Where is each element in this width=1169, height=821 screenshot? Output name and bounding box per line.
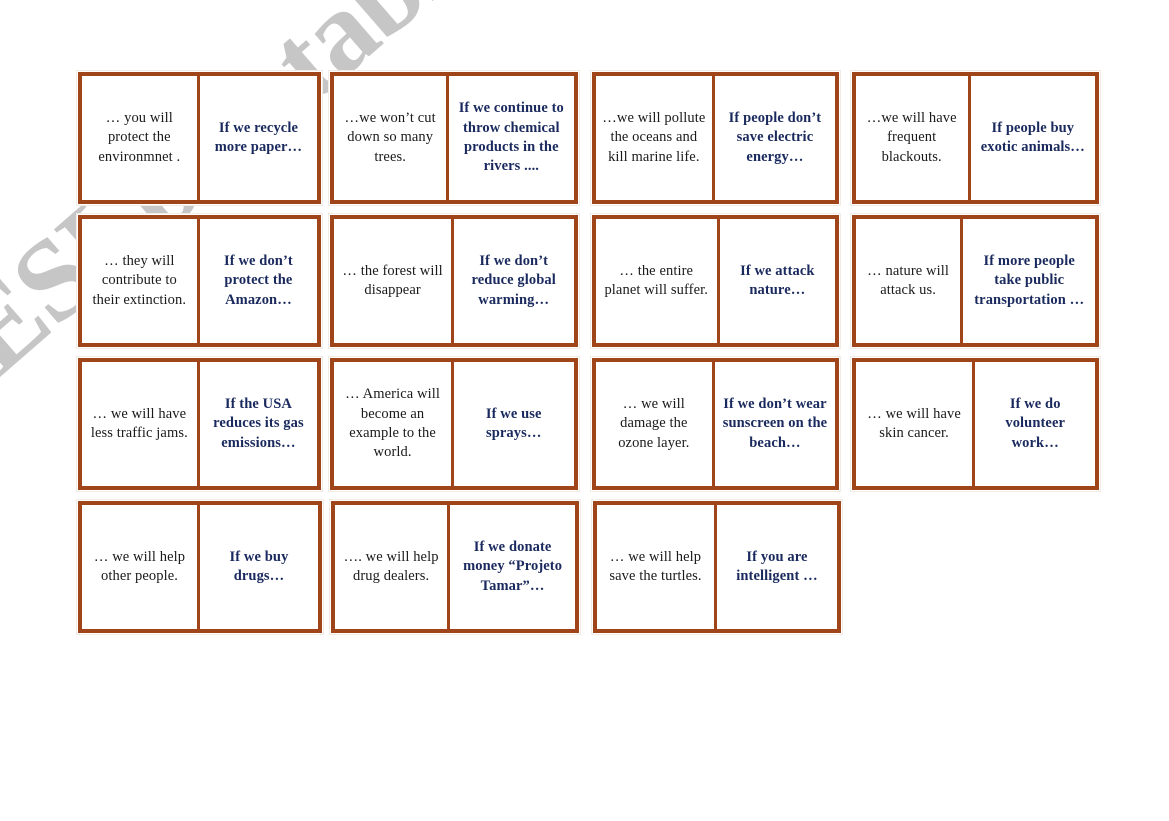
domino-half-answer[interactable]: … we will help other people. [82,505,200,629]
prompt-text: If we don’t reduce global warming… [471,253,556,308]
domino-half-prompt[interactable]: If we don’t reduce global warming… [453,219,574,343]
prompt-text: If we don’t protect the Amazon… [224,253,293,308]
domino-half-prompt[interactable]: If we use sprays… [453,362,574,486]
answer-text: …. we will help drug dealers. [343,548,439,584]
domino-half-answer[interactable]: … we will have less traffic jams. [82,362,200,486]
domino-half-prompt[interactable]: If more people take public transportatio… [963,219,1095,343]
prompt-text: If we donate money “Projeto Tamar”… [463,539,563,594]
answer-text: … the forest will disappear [342,262,443,298]
prompt-text: If we continue to throw chemical product… [458,100,564,175]
domino-card[interactable]: … we will have skin cancer. If we do vol… [849,356,1102,492]
prompt-text: If people don’t save electric energy… [728,110,822,165]
prompt-text: If more people take public transportatio… [974,253,1085,308]
domino-half-prompt[interactable]: If we don’t protect the Amazon… [199,219,318,343]
prompt-text: If we recycle more paper… [214,119,303,155]
prompt-text: If we don’t wear sunscreen on the beach… [722,396,828,451]
prompt-text: If the USA reduces its gas emissions… [213,396,304,451]
domino-half-answer[interactable]: … they will contribute to their extincti… [82,219,200,343]
prompt-text: If we buy drugs… [229,548,289,584]
domino-half-prompt[interactable]: If we don’t wear sunscreen on the beach… [715,362,835,486]
domino-half-answer[interactable]: …we will have frequent blackouts. [855,76,971,200]
domino-half-prompt[interactable]: If we do volunteer work… [975,362,1096,486]
domino-card[interactable]: … we will damage the ozone layer. If we … [589,356,841,492]
domino-half-prompt[interactable]: If you are intelligent … [717,505,837,629]
domino-card[interactable]: … America will become an example to the … [328,356,580,492]
domino-half-answer[interactable]: …we will pollute the oceans and kill mar… [595,76,716,200]
domino-half-prompt[interactable]: If people buy exotic animals… [970,76,1095,200]
answer-text: … we will have less traffic jams. [90,405,188,441]
domino-half-answer[interactable]: … we will help save the turtles. [597,505,717,629]
domino-grid: … you will protect the environmnet . If … [76,70,1106,642]
answer-text: … they will contribute to their extincti… [92,253,187,308]
domino-card[interactable]: … the forest will disappear If we don’t … [328,213,580,349]
answer-text: …we won’t cut down so many trees. [344,110,436,165]
domino-half-prompt[interactable]: If people don’t save electric energy… [715,76,835,200]
domino-row: … you will protect the environmnet . If … [76,70,1106,212]
worksheet-page: ESLprintables.com … you will protect the… [0,0,1169,821]
prompt-text: If we use sprays… [485,405,542,441]
domino-half-prompt[interactable]: If we buy drugs… [200,505,318,629]
answer-text: …we will pollute the oceans and kill mar… [602,110,706,165]
domino-row: … they will contribute to their extincti… [76,213,1106,355]
domino-card[interactable]: … we will help save the turtles. If you … [591,499,843,635]
domino-card[interactable]: … you will protect the environmnet . If … [76,70,324,206]
domino-half-answer[interactable]: …. we will help drug dealers. [335,505,451,629]
domino-card[interactable]: …we will pollute the oceans and kill mar… [589,70,841,206]
domino-half-prompt[interactable]: If the USA reduces its gas emissions… [199,362,318,486]
domino-half-prompt[interactable]: If we recycle more paper… [199,76,318,200]
domino-half-prompt[interactable]: If we donate money “Projeto Tamar”… [450,505,575,629]
domino-card[interactable]: …we will have frequent blackouts. If peo… [849,70,1102,206]
domino-half-answer[interactable]: …we won’t cut down so many trees. [334,76,450,200]
answer-text: … we will have skin cancer. [867,405,961,441]
domino-card[interactable]: … we will have less traffic jams. If the… [76,356,324,492]
domino-row: … we will help other people. If we buy d… [76,499,1106,641]
domino-card[interactable]: …. we will help drug dealers. If we dona… [329,499,581,635]
domino-half-prompt[interactable]: If we continue to throw chemical product… [449,76,574,200]
domino-card[interactable]: … the entire planet will suffer. If we a… [589,213,841,349]
answer-text: … you will protect the environmnet . [98,110,181,165]
domino-half-answer[interactable]: … the entire planet will suffer. [595,219,720,343]
answer-text: … we will help save the turtles. [609,548,702,584]
prompt-text: If we do volunteer work… [1005,396,1066,451]
prompt-text: If people buy exotic animals… [980,119,1085,155]
answer-text: … nature will attack us. [867,262,950,298]
domino-half-answer[interactable]: … nature will attack us. [855,219,964,343]
domino-half-prompt[interactable]: If we attack nature… [719,219,835,343]
domino-card[interactable]: …we won’t cut down so many trees. If we … [328,70,580,206]
answer-text: … the entire planet will suffer. [604,262,708,298]
answer-text: … we will help other people. [93,548,186,584]
domino-card[interactable]: … they will contribute to their extincti… [76,213,324,349]
answer-text: … we will damage the ozone layer. [618,396,690,451]
domino-half-answer[interactable]: … the forest will disappear [334,219,454,343]
domino-row: … we will have less traffic jams. If the… [76,356,1106,498]
domino-card[interactable]: … nature will attack us. If more people … [849,213,1102,349]
prompt-text: If you are intelligent … [736,548,818,584]
answer-text: … America will become an example to the … [345,386,440,461]
domino-half-answer[interactable]: … we will have skin cancer. [855,362,976,486]
domino-half-answer[interactable]: … you will protect the environmnet . [82,76,200,200]
domino-half-answer[interactable]: … we will damage the ozone layer. [595,362,716,486]
domino-half-answer[interactable]: … America will become an example to the … [334,362,454,486]
domino-card[interactable]: … we will help other people. If we buy d… [76,499,324,635]
answer-text: …we will have frequent blackouts. [866,110,957,165]
prompt-text: If we attack nature… [740,262,815,298]
